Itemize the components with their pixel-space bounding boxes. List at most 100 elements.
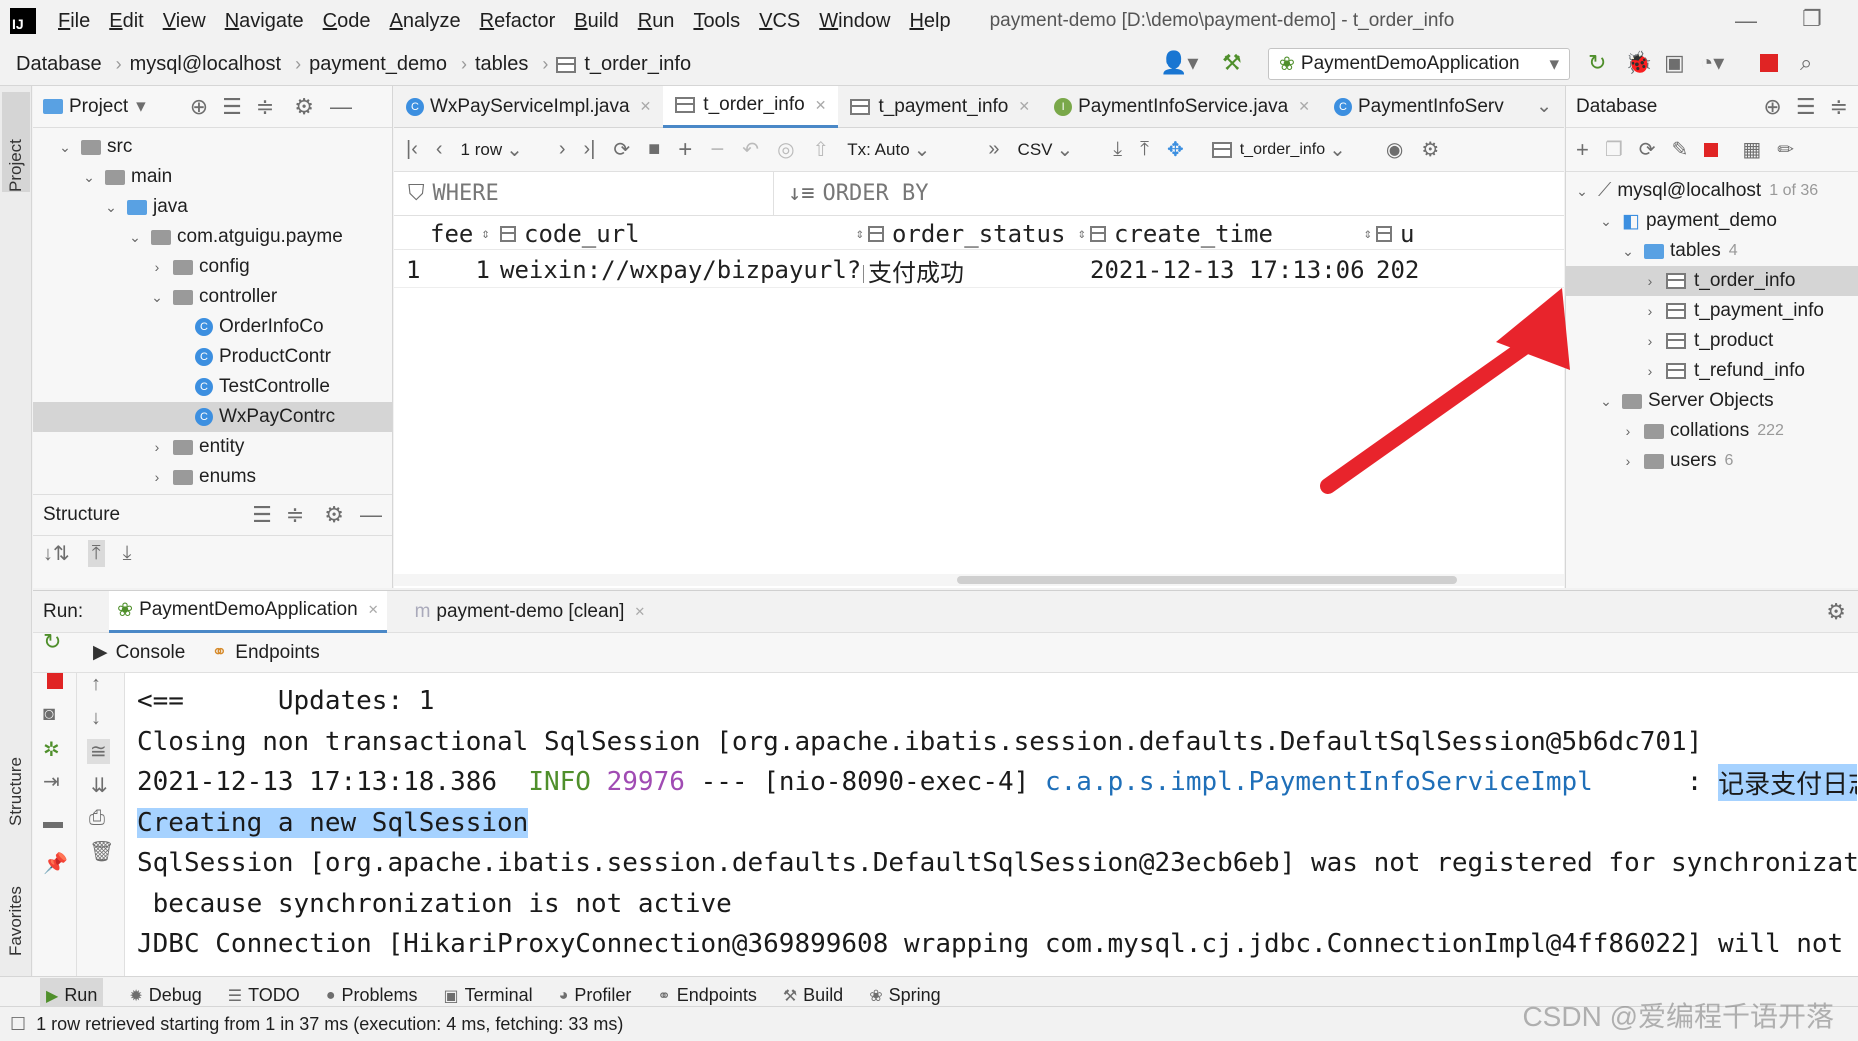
collapse-all-icon[interactable]: ≑ — [286, 502, 304, 528]
print-icon[interactable]: ⎙ — [89, 807, 105, 830]
tool-endpoints[interactable]: ⚭ Endpoints — [657, 985, 756, 1006]
first-page-icon[interactable]: |‹ — [406, 138, 418, 161]
edit-icon[interactable]: ✏ — [1777, 137, 1794, 162]
menu-file[interactable]: File — [58, 10, 90, 33]
close-icon[interactable]: ✕ — [1018, 98, 1030, 115]
column-header-order-status[interactable]: order_status ⇕ — [868, 216, 1086, 252]
tree-item-java[interactable]: ⌄ java — [33, 192, 392, 222]
coverage-icon[interactable]: ▣ — [1664, 50, 1685, 76]
project-panel-title[interactable]: Project — [69, 96, 128, 118]
preview-changes-icon[interactable]: ◎ — [777, 137, 794, 162]
menu-tools[interactable]: Tools — [693, 10, 740, 33]
trash-icon[interactable]: 🗑 — [89, 839, 114, 864]
collapse-all-icon[interactable]: ≑ — [1830, 94, 1848, 120]
structure-tool-button[interactable]: Structure — [2, 716, 30, 826]
tool-terminal[interactable]: ▣ Terminal — [444, 985, 533, 1006]
breadcrumb-table[interactable]: t_order_info — [584, 53, 691, 76]
search-icon[interactable]: ⌕ — [1800, 50, 1812, 76]
tree-item-main[interactable]: ⌄ main — [33, 162, 392, 192]
cell-order-status[interactable]: 支付成功 — [868, 252, 1086, 288]
tool-problems[interactable]: ● Problems — [326, 985, 418, 1006]
breadcrumb-schema[interactable]: payment_demo — [309, 53, 447, 76]
tree-item-enums[interactable]: › enums — [33, 462, 392, 492]
rerun-icon[interactable]: ↻ — [1588, 50, 1606, 76]
sort-alpha-icon[interactable]: ↓⇅ — [43, 541, 70, 566]
camera-icon[interactable]: ◙ — [43, 703, 55, 726]
add-icon[interactable]: + — [1576, 137, 1589, 163]
chevron-down-icon[interactable]: ▾ — [136, 95, 146, 118]
copy-icon[interactable]: ❐ — [1605, 137, 1623, 162]
tab-wxpay-service-impl[interactable]: C WxPayServiceImpl.java ✕ — [394, 86, 663, 128]
upload-icon[interactable]: ⤒ — [1140, 138, 1149, 161]
gear-icon[interactable]: ⚙ — [1826, 599, 1846, 625]
menu-navigate[interactable]: Navigate — [225, 10, 304, 33]
console-output[interactable]: <== Updates: 1 Closing non transactional… — [137, 681, 1857, 977]
menu-build[interactable]: Build — [574, 10, 618, 33]
stop-icon[interactable] — [47, 673, 63, 689]
expand-all-icon[interactable]: ☰ — [222, 94, 242, 120]
tool-spring[interactable]: ❀ Spring — [869, 985, 940, 1006]
refresh-icon[interactable]: ⟳ — [1639, 137, 1656, 162]
previous-page-icon[interactable]: ‹ — [436, 138, 443, 161]
properties-icon[interactable]: ✎ — [1672, 137, 1689, 162]
tree-item-entity[interactable]: › entity — [33, 432, 392, 462]
tree-item-controller[interactable]: ⌄ controller — [33, 282, 392, 312]
layout-icon[interactable]: ▬ — [43, 811, 63, 834]
close-icon[interactable]: ✕ — [368, 602, 379, 618]
soft-wrap-icon[interactable]: ≅ — [87, 739, 110, 764]
column-header-create-time[interactable]: create_time ⇕ — [1090, 216, 1372, 252]
close-icon[interactable]: ✕ — [815, 97, 827, 114]
close-icon[interactable]: ✕ — [634, 604, 645, 620]
column-header-partial[interactable]: u — [1376, 216, 1564, 252]
tree-item-class-selected[interactable]: C WxPayContrc — [33, 402, 392, 432]
order-by-input[interactable]: ↓≡ ORDER BY — [774, 172, 1564, 216]
eye-icon[interactable]: ◉ — [1386, 137, 1403, 162]
minimize-icon[interactable]: — — [1735, 8, 1757, 34]
compare-icon[interactable]: ✥ — [1167, 137, 1184, 162]
tree-item-class[interactable]: C ProductContr — [33, 342, 392, 372]
menu-analyze[interactable]: Analyze — [389, 10, 460, 33]
hide-icon[interactable]: — — [360, 502, 382, 528]
menu-code[interactable]: Code — [323, 10, 371, 33]
tree-item-host[interactable]: ⌄ ⟋ mysql@localhost 1 of 36 — [1566, 176, 1858, 206]
login-icon[interactable]: ⇥ — [43, 769, 60, 794]
refresh-icon[interactable]: ⟳ — [613, 137, 630, 162]
hide-icon[interactable]: — — [330, 94, 352, 120]
more-icon[interactable]: » — [988, 138, 999, 161]
horizontal-scrollbar-thumb[interactable] — [957, 576, 1457, 584]
revert-icon[interactable]: ↶ — [742, 137, 759, 162]
scroll-to-end-icon[interactable]: ⇊ — [91, 773, 108, 798]
show-fields-icon[interactable]: ⤓ — [123, 542, 132, 565]
expand-all-icon[interactable]: ☰ — [252, 502, 272, 528]
window-toggle-icon[interactable]: ☐ — [10, 1014, 26, 1035]
project-tool-button[interactable]: Project — [2, 92, 30, 192]
add-row-icon[interactable]: + — [678, 136, 692, 164]
stop-icon[interactable] — [1760, 54, 1778, 72]
tab-payment-info-service-impl[interactable]: C PaymentInfoServ — [1322, 86, 1516, 128]
tree-item-class[interactable]: C TestControlle — [33, 372, 392, 402]
rerun-icon[interactable]: ↻ — [43, 629, 61, 655]
expand-all-icon[interactable]: ☰ — [1796, 94, 1816, 120]
favorites-tool-button[interactable]: Favorites — [2, 846, 30, 956]
run-tab-app[interactable]: ❀ PaymentDemoApplication ✕ — [109, 590, 387, 633]
tool-todo[interactable]: ☰ TODO — [228, 985, 300, 1006]
next-page-icon[interactable]: › — [559, 138, 566, 161]
tree-item-schema[interactable]: ⌄ ◧ payment_demo — [1566, 206, 1858, 236]
row-count-select[interactable]: 1 row ⌄ — [461, 137, 541, 162]
tab-t-order-info[interactable]: t_order_info ✕ — [663, 85, 839, 128]
export-format-select[interactable]: CSV ⌄ — [1018, 137, 1092, 162]
table-select[interactable]: t_order_info ⌄ — [1211, 137, 1364, 162]
arrow-down-icon[interactable]: ↓ — [91, 707, 101, 730]
close-icon[interactable]: ✕ — [640, 98, 652, 115]
where-filter-input[interactable]: ⛉ WHERE — [394, 171, 774, 216]
tree-item-package[interactable]: ⌄ com.atguigu.payme — [33, 222, 392, 252]
tree-item-config[interactable]: › config — [33, 252, 392, 282]
stop-icon[interactable] — [1704, 142, 1719, 157]
table-view-icon[interactable]: ▦ — [1742, 137, 1761, 162]
locate-icon[interactable]: ⊕ — [190, 94, 208, 120]
user-icon[interactable]: 👤▾ — [1160, 50, 1198, 76]
download-icon[interactable]: ⤓ — [1113, 138, 1122, 161]
run-tab-maven[interactable]: m payment-demo [clean] ✕ — [407, 601, 654, 623]
menu-window[interactable]: Window — [819, 10, 890, 33]
cell-fee[interactable]: 1 — [430, 252, 496, 288]
